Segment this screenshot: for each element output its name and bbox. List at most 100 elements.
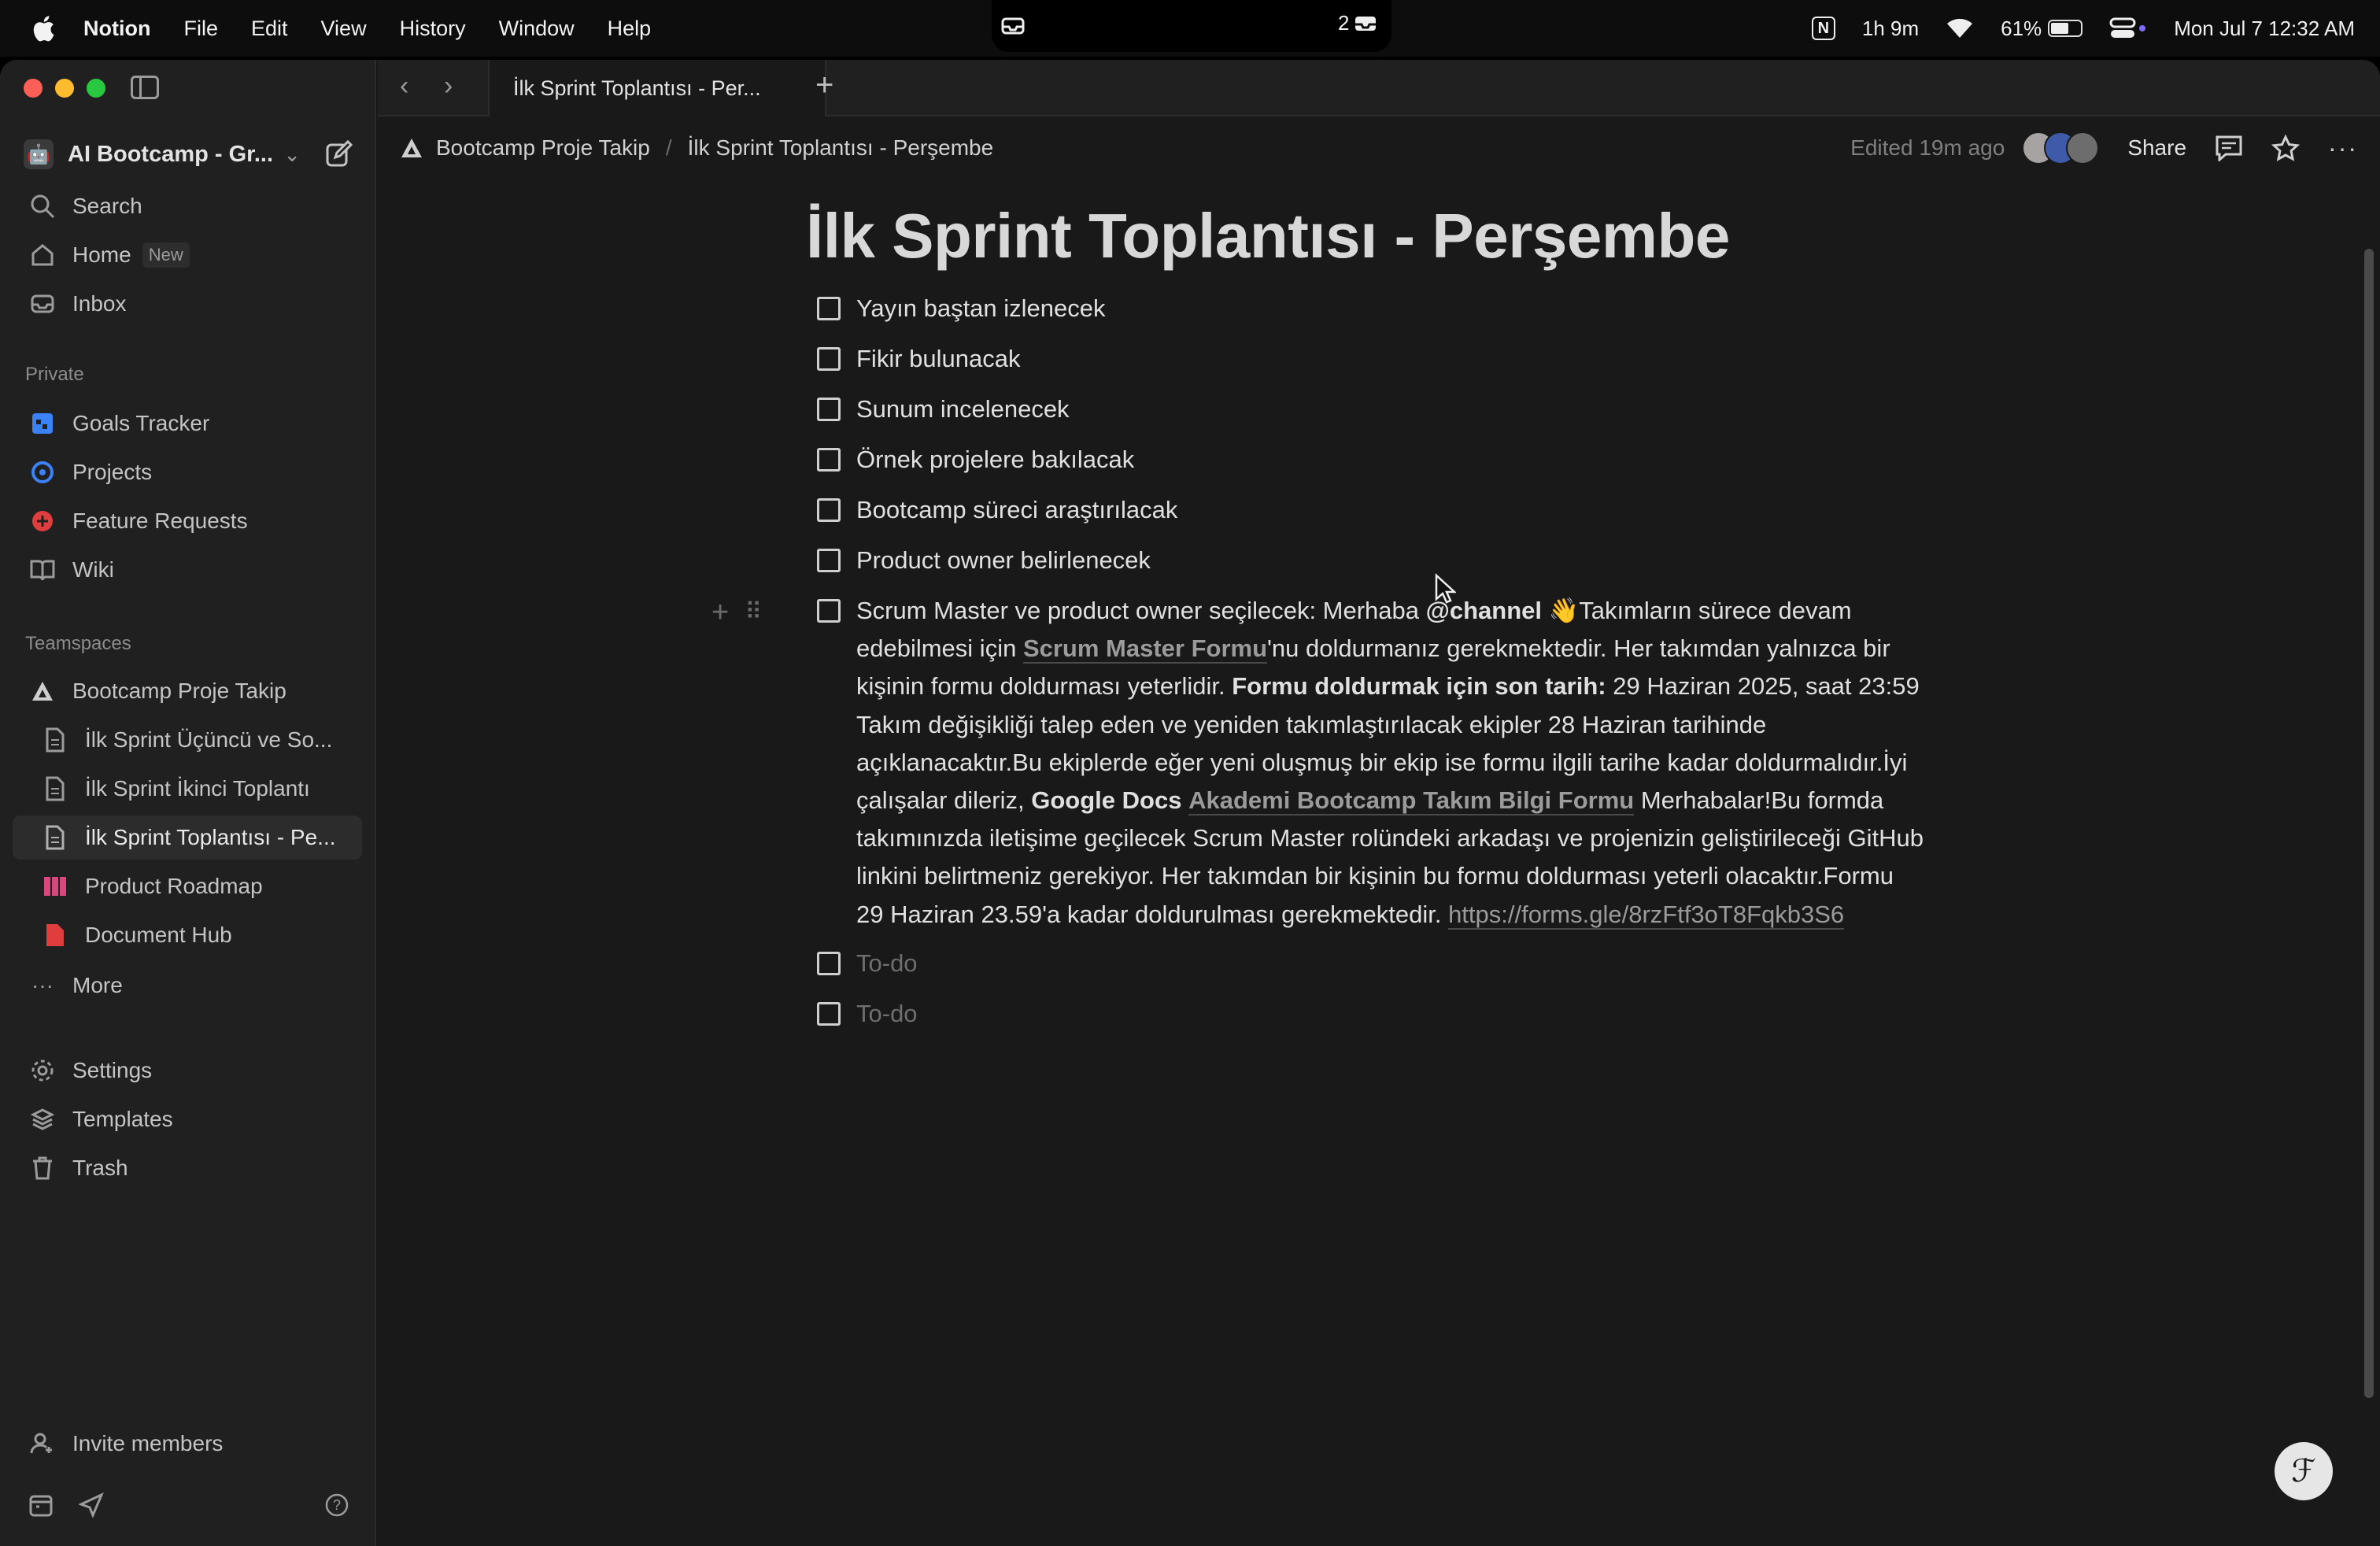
wifi-icon[interactable] bbox=[1946, 17, 1974, 39]
todo-item[interactable]: Product owner belirlenecek bbox=[806, 542, 1924, 592]
todo-checkbox[interactable] bbox=[817, 498, 841, 522]
tray-icon[interactable] bbox=[1001, 16, 1025, 36]
sidebar-inbox-label: Inbox bbox=[72, 291, 127, 316]
todo-item-long[interactable]: + ⠿ Scrum Master ve product owner seçile… bbox=[711, 592, 1924, 934]
scrollbar[interactable] bbox=[2364, 249, 2374, 1398]
todo-text[interactable]: Yayın baştan izlenecek bbox=[856, 290, 1106, 327]
breadcrumb-page[interactable]: İlk Sprint Toplantısı - Perşembe bbox=[688, 135, 994, 161]
todo-item[interactable]: Yayın baştan izlenecek bbox=[806, 290, 1924, 340]
todo-text[interactable]: Scrum Master ve product owner seçilecek:… bbox=[856, 592, 1924, 934]
sidebar-item-label: Document Hub bbox=[85, 923, 232, 947]
notion-ai-button[interactable]: ℱ bbox=[2275, 1442, 2333, 1500]
todo-checkbox[interactable] bbox=[817, 599, 841, 623]
new-tab-icon[interactable]: + bbox=[815, 68, 833, 103]
more-options-icon[interactable]: ··· bbox=[2328, 134, 2358, 163]
battery-indicator[interactable]: 61% bbox=[2001, 17, 2083, 41]
todo-checkbox[interactable] bbox=[817, 398, 841, 421]
share-button[interactable]: Share bbox=[2127, 135, 2186, 161]
todo-placeholder[interactable]: To-do bbox=[856, 945, 918, 982]
chevron-down-icon[interactable]: ⌄ bbox=[283, 142, 301, 167]
sidebar-item-wiki[interactable]: Wiki bbox=[13, 548, 362, 592]
star-icon[interactable] bbox=[2271, 135, 2301, 161]
sidebar-page-ikinci[interactable]: İlk Sprint İkinci Toplantı bbox=[13, 767, 362, 811]
todo-checkbox[interactable] bbox=[817, 347, 841, 371]
invite-members-button[interactable]: Invite members bbox=[13, 1422, 362, 1466]
todo-item[interactable]: Sunum incelenecek bbox=[806, 390, 1924, 441]
todo-item-empty[interactable]: To-do bbox=[806, 945, 1924, 995]
scrum-master-form-link[interactable]: Scrum Master Formu bbox=[1022, 634, 1268, 664]
send-icon[interactable] bbox=[79, 1492, 104, 1518]
todo-item[interactable]: Bootcamp süreci araştırılacak bbox=[806, 491, 1924, 542]
notification-indicator[interactable]: 2 bbox=[1338, 11, 1377, 35]
toggle-sidebar-icon[interactable] bbox=[131, 76, 159, 99]
todo-text[interactable]: Sunum incelenecek bbox=[856, 390, 1070, 428]
tab-current-page[interactable]: İlk Sprint Toplantısı - Per... bbox=[488, 60, 826, 117]
sidebar-inbox[interactable]: Inbox bbox=[13, 282, 362, 326]
notification-count: 2 bbox=[1338, 11, 1350, 35]
sidebar-templates[interactable]: Templates bbox=[13, 1097, 362, 1141]
zoom-window-button[interactable] bbox=[87, 79, 105, 98]
sidebar-page-document-hub[interactable]: Document Hub bbox=[13, 913, 362, 957]
todo-item[interactable]: Fikir bulunacak bbox=[806, 340, 1924, 390]
todo-text[interactable]: Product owner belirlenecek bbox=[856, 542, 1151, 579]
sidebar-home[interactable]: Home New bbox=[13, 233, 362, 277]
sidebar-trash[interactable]: Trash bbox=[13, 1146, 362, 1190]
calendar-icon[interactable] bbox=[28, 1492, 54, 1518]
drag-handle-icon[interactable]: ⠿ bbox=[745, 594, 762, 631]
sidebar-settings-label: Settings bbox=[72, 1058, 153, 1082]
todo-placeholder[interactable]: To-do bbox=[856, 995, 918, 1033]
timer-readout[interactable]: 1h 9m bbox=[1862, 17, 1919, 41]
page-title[interactable]: İlk Sprint Toplantısı - Perşembe bbox=[806, 198, 1924, 274]
forms-url-link[interactable]: https://forms.gle/8rzFtf3oT8Fqkb3S6 bbox=[1448, 900, 1845, 930]
todo-checkbox[interactable] bbox=[817, 297, 841, 320]
breadcrumb-teamspace[interactable]: Bootcamp Proje Takip bbox=[436, 135, 650, 161]
control-center-icon[interactable] bbox=[2109, 17, 2147, 39]
sidebar-home-label: Home bbox=[72, 242, 131, 267]
menu-app-name[interactable]: Notion bbox=[83, 17, 150, 41]
todo-checkbox[interactable] bbox=[817, 448, 841, 472]
todo-checkbox[interactable] bbox=[817, 1001, 841, 1026]
notion-status-icon[interactable]: N bbox=[1811, 17, 1835, 40]
sidebar-item-goals-tracker[interactable]: Goals Tracker bbox=[13, 401, 362, 446]
sidebar-item-projects[interactable]: Projects bbox=[13, 450, 362, 494]
new-page-icon[interactable] bbox=[324, 140, 353, 168]
sidebar-trash-label: Trash bbox=[72, 1156, 128, 1180]
sidebar-page-ucuncu[interactable]: İlk Sprint Üçüncü ve So... bbox=[13, 718, 362, 762]
todo-item-empty[interactable]: To-do bbox=[806, 995, 1924, 1045]
menu-window[interactable]: Window bbox=[499, 17, 575, 41]
menu-file[interactable]: File bbox=[183, 17, 218, 41]
workspace-switcher[interactable]: 🤖 AI Bootcamp - Gr... ⌄ bbox=[24, 131, 353, 178]
sidebar-page-current[interactable]: İlk Sprint Toplantısı - Pe... bbox=[13, 816, 362, 860]
sidebar-item-label: Wiki bbox=[72, 557, 114, 582]
apple-icon[interactable] bbox=[31, 14, 55, 43]
todo-text[interactable]: Bootcamp süreci araştırılacak bbox=[856, 491, 1177, 529]
sidebar-item-feature-requests[interactable]: Feature Requests bbox=[13, 499, 362, 543]
comment-icon[interactable] bbox=[2215, 135, 2243, 161]
todo-checkbox[interactable] bbox=[817, 549, 841, 572]
menu-history[interactable]: History bbox=[400, 17, 466, 41]
help-icon[interactable]: ? bbox=[324, 1492, 349, 1518]
sidebar-search[interactable]: Search bbox=[13, 184, 362, 228]
sidebar-settings[interactable]: Settings bbox=[13, 1049, 362, 1093]
goals-icon bbox=[28, 409, 57, 438]
forward-arrow-icon[interactable]: › bbox=[444, 71, 453, 102]
sidebar-page-product-roadmap[interactable]: Product Roadmap bbox=[13, 864, 362, 908]
menu-edit[interactable]: Edit bbox=[251, 17, 288, 41]
todo-text[interactable]: Örnek projelere bakılacak bbox=[856, 441, 1134, 479]
minimize-window-button[interactable] bbox=[55, 79, 74, 98]
todo-item[interactable]: Örnek projelere bakılacak bbox=[806, 441, 1924, 491]
sidebar-teamspace[interactable]: Bootcamp Proje Takip bbox=[13, 669, 362, 713]
more-icon: ··· bbox=[31, 973, 54, 997]
back-arrow-icon[interactable]: ‹ bbox=[400, 71, 408, 102]
team-info-form-link[interactable]: Akademi Bootcamp Takım Bilgi Formu bbox=[1188, 786, 1635, 816]
menu-help[interactable]: Help bbox=[608, 17, 652, 41]
clock[interactable]: Mon Jul 7 12:32 AM bbox=[2174, 17, 2355, 41]
sidebar-more[interactable]: ··· More bbox=[13, 963, 362, 1008]
menu-view[interactable]: View bbox=[321, 17, 367, 41]
close-window-button[interactable] bbox=[24, 79, 42, 98]
todo-text[interactable]: Fikir bulunacak bbox=[856, 340, 1020, 378]
collaborator-avatars[interactable] bbox=[2022, 131, 2100, 165]
add-block-icon[interactable]: + bbox=[711, 594, 729, 631]
sidebar-item-label: İlk Sprint İkinci Toplantı bbox=[85, 776, 310, 801]
todo-checkbox[interactable] bbox=[817, 951, 841, 975]
